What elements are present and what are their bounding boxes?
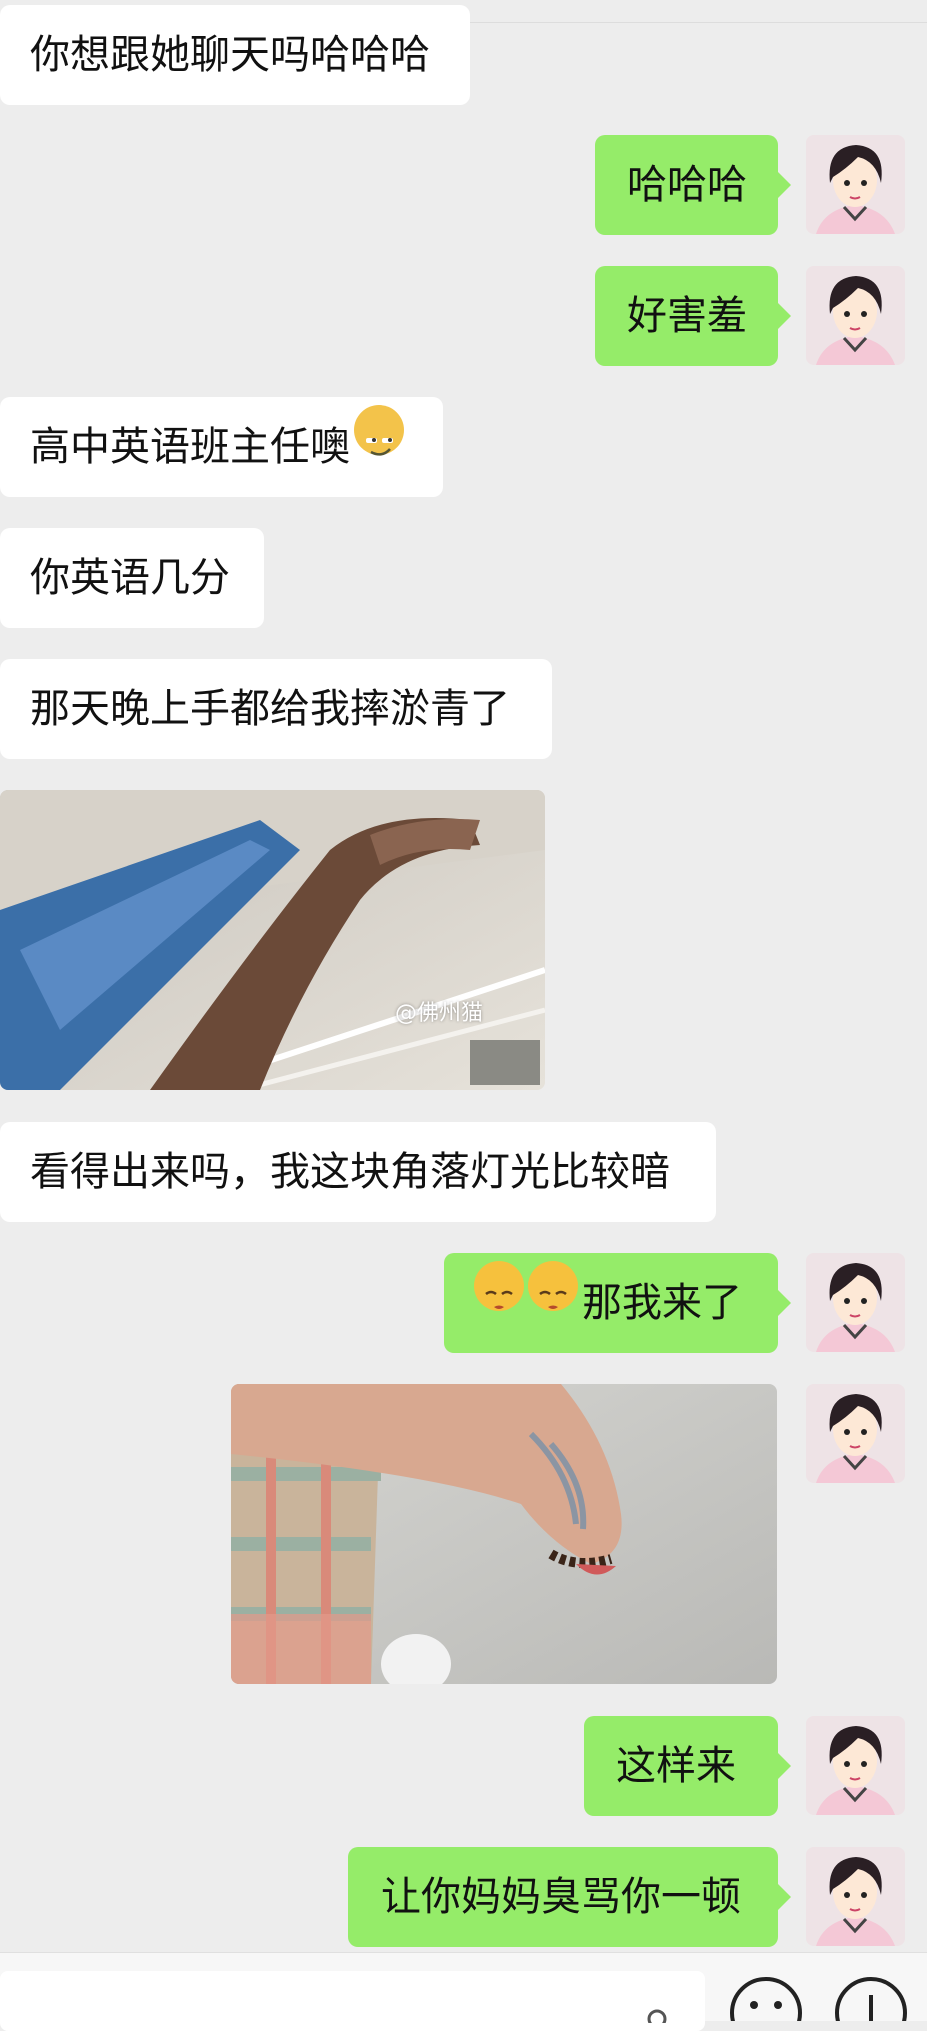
plus-button-icon[interactable] <box>833 1975 909 2021</box>
message-text: 好害羞 <box>627 293 747 339</box>
sent-message[interactable]: 那我来了 <box>444 1253 791 1353</box>
received-message[interactable]: 高中英语班主任噢 <box>0 397 443 497</box>
received-message[interactable]: 那天晚上手都给我摔淤青了 <box>0 659 552 759</box>
message-text: 那我来了 <box>582 1280 742 1326</box>
message-text: 你想跟她聊天吗哈哈哈 <box>30 32 430 78</box>
avatar-portrait-icon <box>806 1253 905 1352</box>
message-input-bar <box>0 1952 927 2031</box>
kissing-face-icon <box>474 1261 524 1311</box>
emoji-button-icon[interactable] <box>728 1975 804 2021</box>
avatar-portrait-icon <box>806 266 905 365</box>
avatar[interactable] <box>806 1716 905 1815</box>
image-watermark: @佛州猫 <box>395 1001 484 1026</box>
sent-message[interactable]: 让你妈妈臭骂你一顿 <box>348 1847 791 1947</box>
avatar[interactable] <box>806 1847 905 1946</box>
photo-arm-ceiling <box>0 790 545 1090</box>
smirking-cat-icon <box>354 405 404 456</box>
kissing-face-icon <box>528 1261 578 1311</box>
message-text: 让你妈妈臭骂你一顿 <box>381 1874 741 1920</box>
avatar[interactable] <box>806 1384 905 1483</box>
message-text: 高中英语班主任噢 <box>30 424 350 470</box>
message-text: 你英语几分 <box>30 555 230 601</box>
sent-message[interactable]: 哈哈哈 <box>595 135 791 235</box>
received-message[interactable]: 你想跟她聊天吗哈哈哈 <box>0 5 470 105</box>
message-input[interactable] <box>0 1971 705 2031</box>
avatar[interactable] <box>806 135 905 234</box>
sent-image[interactable] <box>231 1384 777 1684</box>
message-text: 那天晚上手都给我摔淤青了 <box>30 686 510 732</box>
status-divider <box>470 0 927 23</box>
avatar-portrait-icon <box>806 1716 905 1815</box>
message-text: 哈哈哈 <box>627 162 747 208</box>
avatar-portrait-icon <box>806 1847 905 1946</box>
message-text: 看得出来吗，我这块角落灯光比较暗 <box>30 1149 670 1195</box>
avatar-portrait-icon <box>806 135 905 234</box>
received-message[interactable]: 看得出来吗，我这块角落灯光比较暗 <box>0 1122 716 1222</box>
sent-message[interactable]: 好害羞 <box>595 266 791 366</box>
sent-message[interactable]: 这样来 <box>584 1716 791 1816</box>
received-image[interactable] <box>0 790 545 1090</box>
message-text: 这样来 <box>616 1743 736 1789</box>
received-message[interactable]: 你英语几分 <box>0 528 264 628</box>
photo-tattooed-arm <box>231 1384 777 1684</box>
avatar[interactable] <box>806 1253 905 1352</box>
voice-icon[interactable] <box>640 2003 670 2023</box>
avatar[interactable] <box>806 266 905 365</box>
avatar-portrait-icon <box>806 1384 905 1483</box>
